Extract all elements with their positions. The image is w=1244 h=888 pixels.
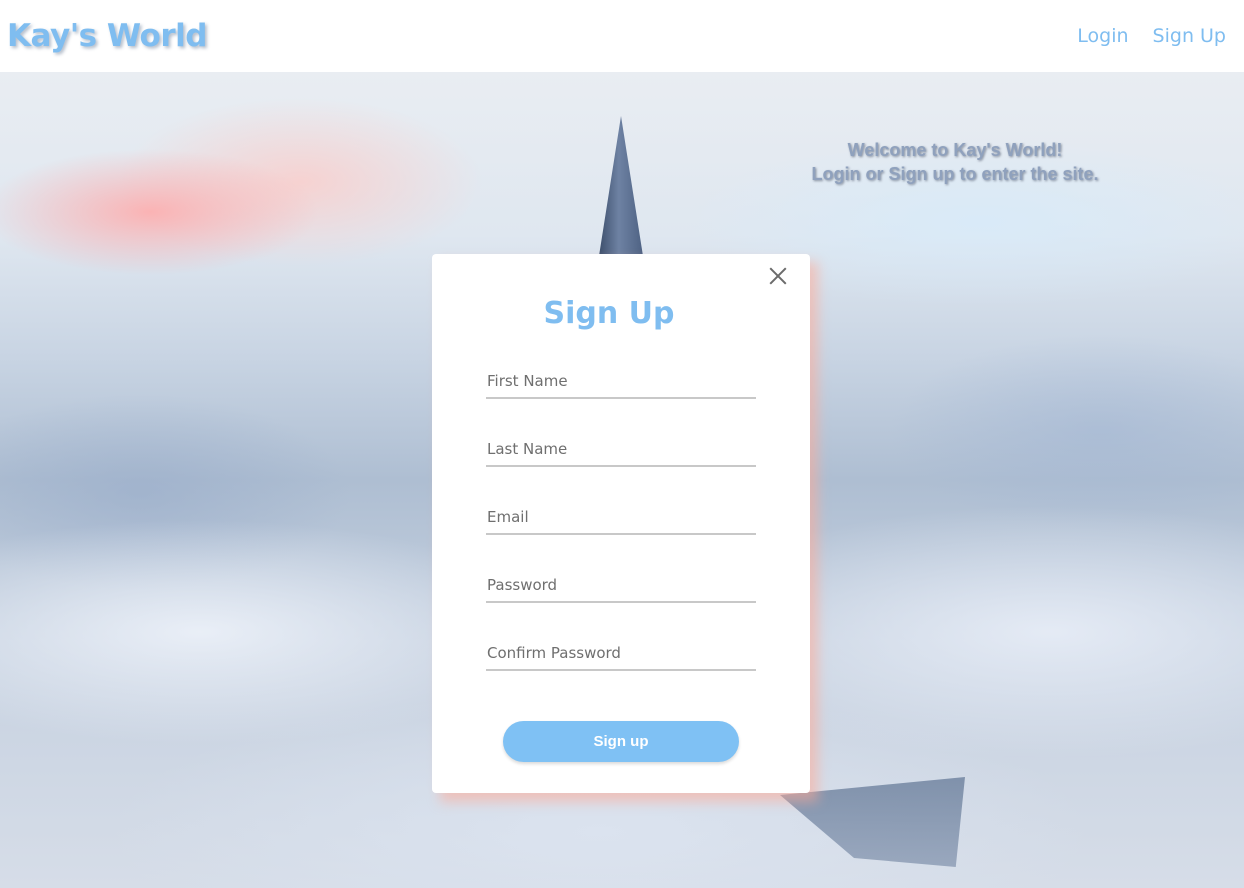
welcome-line-1: Welcome to Kay's World! xyxy=(847,140,1063,160)
nav-login-link[interactable]: Login xyxy=(1077,25,1128,47)
confirm-password-input[interactable] xyxy=(486,638,756,671)
signup-modal: Sign Up Sign up xyxy=(432,254,810,793)
close-icon[interactable] xyxy=(768,266,788,286)
welcome-message: Welcome to Kay's World! Login or Sign up… xyxy=(790,138,1120,186)
signup-submit-button[interactable]: Sign up xyxy=(503,721,739,762)
tower-spire-image xyxy=(599,116,643,256)
site-logo-title[interactable]: Kay's World xyxy=(7,18,207,54)
password-input[interactable] xyxy=(486,570,756,603)
nav-signup-link[interactable]: Sign Up xyxy=(1153,25,1226,47)
email-input[interactable] xyxy=(486,502,756,535)
welcome-line-2: Login or Sign up to enter the site. xyxy=(811,164,1099,184)
first-name-input[interactable] xyxy=(486,366,756,399)
navbar: Kay's World Login Sign Up xyxy=(0,0,1244,72)
modal-title: Sign Up xyxy=(543,296,675,331)
nav-links: Login Sign Up xyxy=(1077,25,1226,47)
last-name-input[interactable] xyxy=(486,434,756,467)
